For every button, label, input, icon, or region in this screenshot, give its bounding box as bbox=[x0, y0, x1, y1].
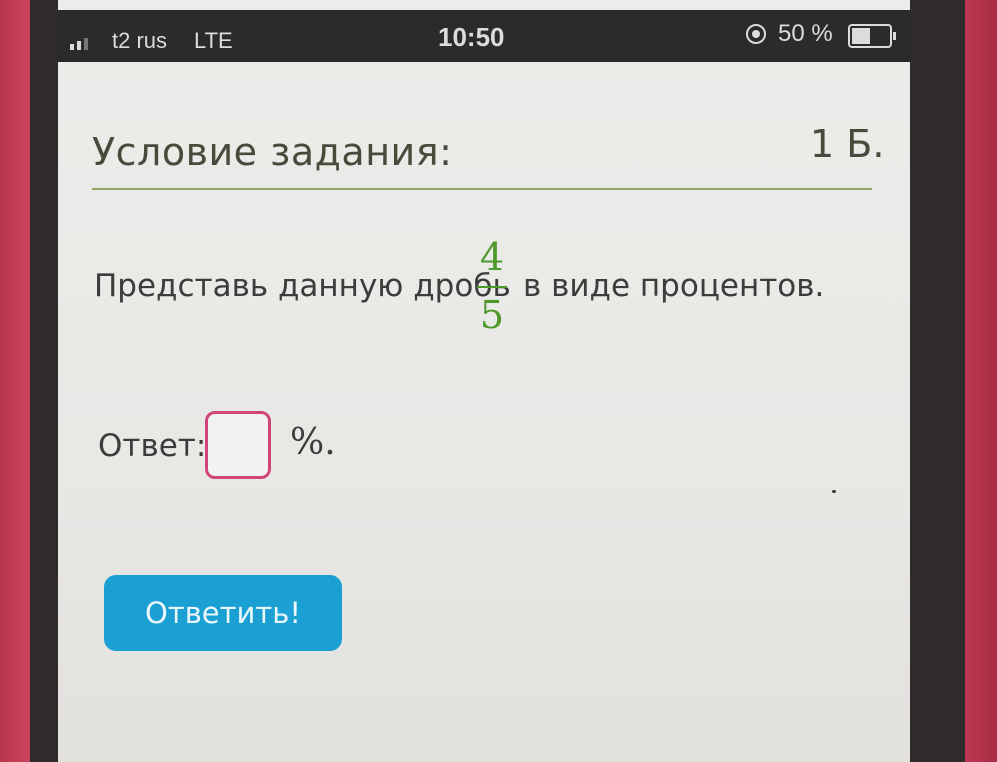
task-points: 1 Б. bbox=[810, 122, 885, 166]
fraction: 4 5 bbox=[470, 234, 514, 338]
battery-icon bbox=[848, 24, 896, 48]
carrier-name: t2 rus bbox=[112, 28, 168, 53]
battery-percent: 50 % bbox=[778, 20, 833, 47]
submit-button[interactable]: Ответить! bbox=[104, 575, 342, 651]
fraction-bar bbox=[477, 286, 507, 288]
percent-unit: %. bbox=[290, 422, 336, 463]
status-bar: t2 rus LTE 10:50 50 % bbox=[58, 10, 910, 62]
fraction-denominator: 5 bbox=[479, 293, 505, 337]
fraction-numerator: 4 bbox=[479, 235, 505, 279]
signal-icon bbox=[70, 38, 88, 50]
screen-speck bbox=[832, 490, 836, 493]
answer-input[interactable] bbox=[205, 411, 271, 479]
network-type: LTE bbox=[194, 28, 233, 53]
question-text-end: в виде процентов. bbox=[523, 268, 825, 304]
clock: 10:50 bbox=[438, 22, 505, 52]
question-text: Представь данную дробь bbox=[94, 268, 511, 304]
answer-label: Ответ: bbox=[98, 428, 207, 464]
rotation-lock-icon bbox=[746, 24, 766, 44]
task-title: Условие задания: bbox=[92, 130, 453, 174]
title-divider bbox=[92, 188, 872, 190]
